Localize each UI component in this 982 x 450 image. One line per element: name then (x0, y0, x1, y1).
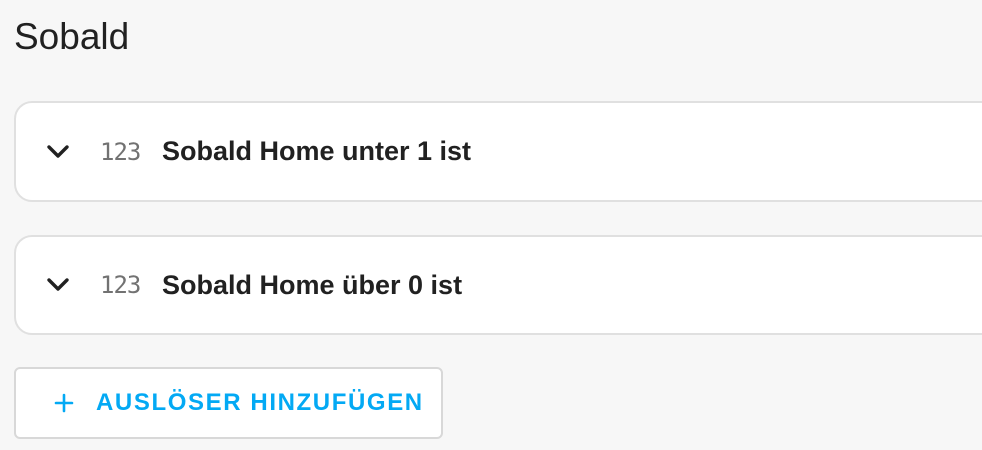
add-trigger-button[interactable]: AUSLÖSER HINZUFÜGEN (14, 367, 443, 439)
numeric-icon: 123 (100, 137, 141, 166)
add-trigger-label: AUSLÖSER HINZUFÜGEN (96, 389, 424, 416)
chevron-down-icon[interactable] (46, 273, 70, 297)
section-title: Sobald (14, 16, 130, 57)
chevron-down-icon[interactable] (46, 140, 70, 164)
trigger-label: Sobald Home über 0 ist (162, 269, 463, 300)
trigger-card[interactable]: 123 Sobald Home unter 1 ist (14, 101, 982, 202)
automation-editor: Sobald 123 Sobald Home unter 1 ist 123 S… (0, 0, 982, 450)
trigger-card[interactable]: 123 Sobald Home über 0 ist (14, 235, 982, 335)
plus-icon (52, 391, 76, 415)
numeric-icon: 123 (100, 271, 141, 299)
trigger-label: Sobald Home unter 1 ist (162, 136, 472, 166)
